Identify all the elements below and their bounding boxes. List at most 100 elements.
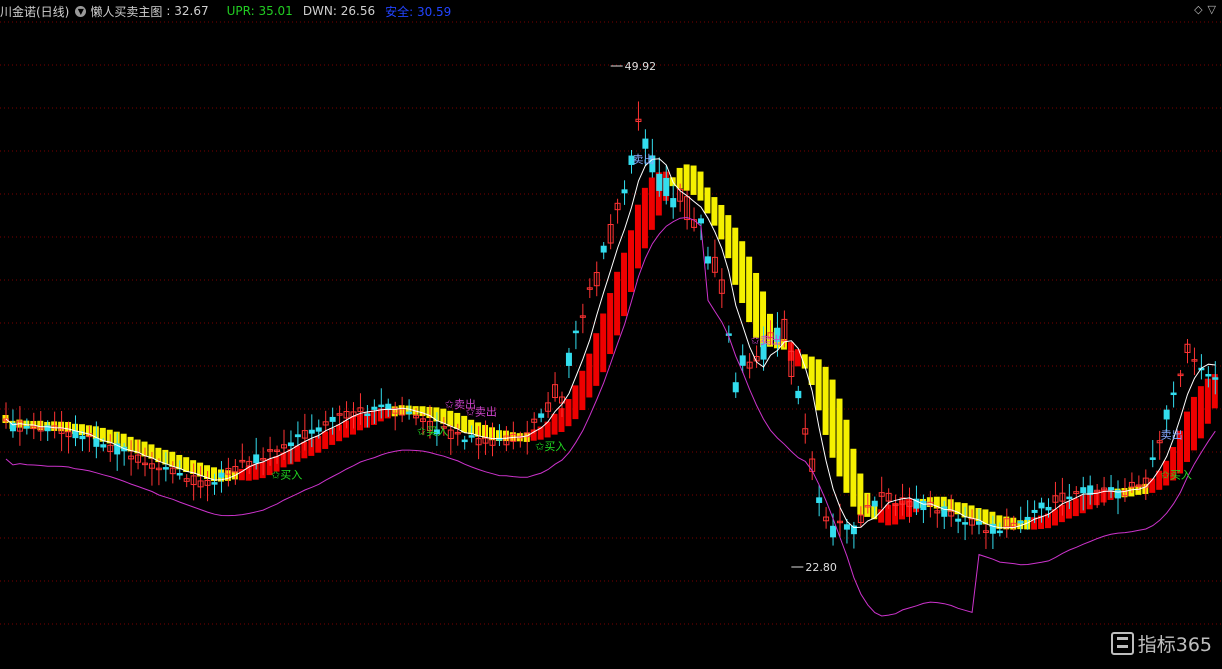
band-bar	[1072, 498, 1079, 517]
symbol-title[interactable]: 川金诺(日线)	[0, 3, 69, 20]
candle-body	[698, 218, 704, 224]
band-bar	[322, 431, 329, 449]
band-bar	[704, 187, 711, 214]
band-bar	[565, 399, 572, 427]
candle-body	[294, 434, 301, 438]
candle-body	[955, 518, 962, 522]
band-bar	[829, 379, 836, 458]
candle-body	[364, 413, 371, 416]
candle-body	[1163, 409, 1170, 420]
candle-body	[378, 404, 385, 408]
indicator-name[interactable]: 懒人买卖主图	[90, 3, 162, 20]
candle-body	[406, 411, 413, 415]
candle-body	[329, 416, 336, 422]
diamond-icon[interactable]: ◇	[1194, 3, 1202, 16]
band-bar	[1149, 478, 1156, 493]
candle-body	[287, 442, 294, 447]
band-bar	[815, 359, 822, 411]
candle-body	[72, 430, 79, 439]
candle-body	[830, 525, 837, 538]
signal-sell-label: ✩卖出	[445, 397, 476, 411]
dwn-value: DWN: 26.56	[302, 4, 376, 18]
candlestick-chart[interactable]: 49.9222.80✩买入✩卖出✩买入✩卖出✩买入卖出✩卖出卖出✩买入	[0, 0, 1222, 669]
candle-body	[871, 500, 878, 507]
signal-buy-label: ✩买入	[417, 425, 448, 438]
signal-sell-label: ✩卖出	[751, 333, 782, 347]
candle-body	[211, 482, 218, 485]
candle-body	[795, 390, 802, 399]
band-bar	[600, 313, 607, 373]
band-bar	[586, 353, 593, 398]
candle-body	[1087, 485, 1094, 495]
band-bar	[739, 241, 746, 303]
indicator-legend: 川金诺(日线) ▼ 懒人买卖主图 : 32.67 UPR: 35.01 DWN:…	[0, 3, 455, 19]
candle-body	[1108, 487, 1115, 491]
low-price-label: 22.80	[805, 561, 837, 574]
candle-body	[621, 189, 628, 194]
dropdown-icon[interactable]: ▼	[75, 5, 87, 17]
band-bar	[607, 293, 614, 355]
band-bar	[628, 230, 634, 293]
band-bar	[641, 187, 648, 249]
candle-body	[670, 198, 677, 208]
band-bar	[711, 197, 718, 226]
candle-body	[23, 426, 30, 429]
band-bar	[746, 256, 753, 323]
band-bar	[579, 370, 586, 411]
window-controls: ◇ ▽	[1194, 3, 1216, 16]
candle-body	[572, 330, 579, 334]
candle-body	[315, 427, 322, 432]
upr-value: UPR: 35.01	[226, 4, 293, 18]
candle-body	[1170, 392, 1177, 396]
candle-body	[976, 521, 982, 525]
band-bar	[621, 252, 628, 317]
band-bar	[648, 177, 655, 230]
band-bar	[718, 204, 725, 240]
band-bar	[725, 215, 732, 259]
band-bar	[294, 445, 301, 462]
band-bar	[690, 165, 697, 195]
candle-body	[1205, 373, 1212, 377]
candle-body	[656, 173, 663, 191]
candle-body	[704, 256, 711, 264]
signal-buy-label: ✩买入	[535, 440, 566, 453]
candle-body	[663, 177, 670, 197]
watermark: 指标365	[1110, 630, 1212, 657]
candle-body	[308, 429, 315, 434]
signal-sell_blue-label: 卖出	[632, 152, 654, 166]
candle-body	[1212, 377, 1219, 380]
candle-body	[962, 522, 969, 525]
dropdown-triangle-icon[interactable]: ▽	[1208, 3, 1216, 16]
band-bar	[572, 385, 579, 420]
candle-body	[79, 435, 86, 440]
candle-body	[816, 497, 823, 503]
candle-body	[1031, 509, 1038, 513]
band-bar	[850, 448, 857, 507]
candle-body	[93, 438, 100, 447]
band-bar	[836, 398, 843, 477]
candle-body	[1045, 506, 1052, 511]
watermark-text: 指标365	[1137, 634, 1212, 656]
candle-body	[371, 406, 378, 410]
candle-body	[739, 355, 746, 366]
candle-body	[642, 138, 649, 149]
candle-body	[218, 472, 225, 478]
indicator-value: : 32.67	[166, 4, 209, 18]
candle-body	[1080, 487, 1087, 494]
band-bar	[697, 171, 704, 201]
candle-body	[162, 467, 169, 470]
band-bar	[843, 419, 850, 493]
candle-body	[732, 382, 739, 393]
candle-body	[176, 473, 183, 476]
band-bar	[1184, 411, 1190, 462]
candle-body	[1024, 516, 1031, 521]
signal-buy-label: ✩买入	[271, 468, 302, 481]
band-bar	[551, 413, 558, 435]
candle-body	[468, 435, 475, 438]
signal-buy-label: ✩买入	[1161, 468, 1192, 481]
band-bar	[634, 204, 641, 269]
watermark-logo-icon	[1110, 632, 1134, 655]
candle-body	[253, 454, 260, 464]
candle-body	[843, 524, 850, 530]
band-bar	[683, 164, 690, 191]
